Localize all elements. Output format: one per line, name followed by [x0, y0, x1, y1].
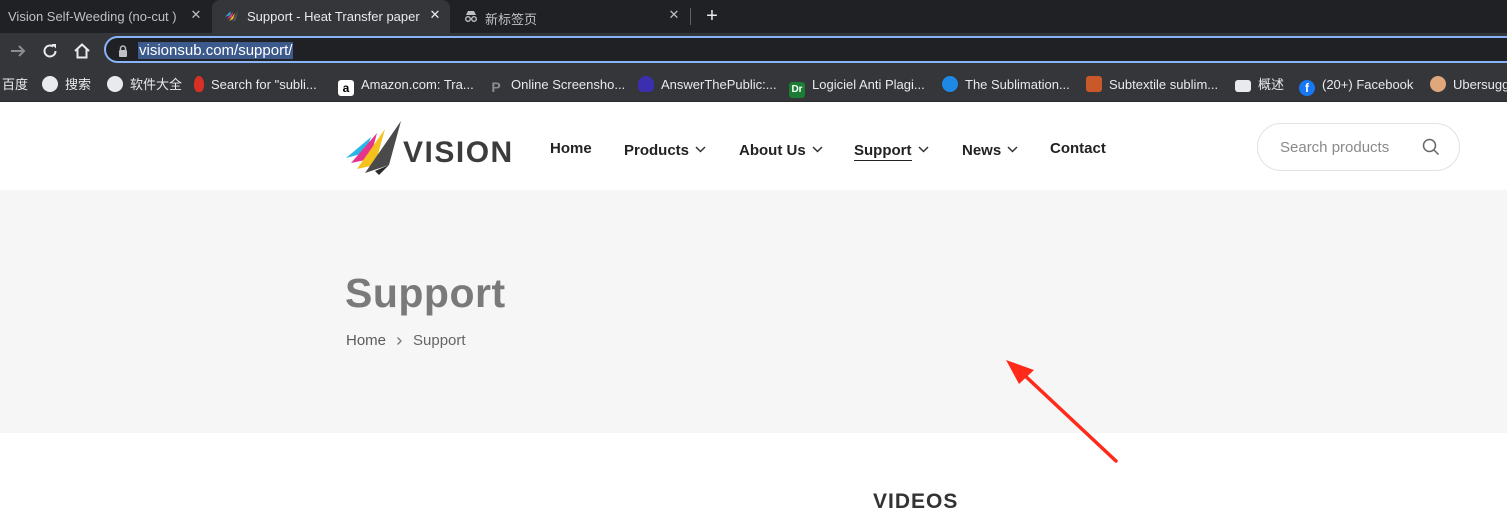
nav-home[interactable]: Home: [550, 140, 592, 157]
chevron-down-icon: [812, 140, 823, 157]
tab-title: Vision Self-Weeding (no-cut ): [8, 9, 177, 24]
bookmark-label: AnswerThePublic:...: [661, 77, 777, 92]
nav-about-us[interactable]: About Us: [739, 140, 823, 159]
bookmark-label: 概述: [1258, 77, 1285, 92]
chevron-right-icon: [396, 333, 403, 350]
chevron-down-icon: [917, 140, 929, 157]
address-bar[interactable]: visionsub.com/support/: [104, 36, 1507, 63]
nav-label: Contact: [1050, 140, 1106, 157]
nav-news[interactable]: News: [962, 140, 1018, 159]
chevron-down-icon: [695, 140, 706, 157]
tab-divider: [690, 8, 691, 25]
store-icon: [1235, 80, 1251, 92]
nav-label: Home: [550, 140, 592, 157]
tab-close-icon[interactable]: ✕: [665, 6, 683, 24]
nav-label: Support: [854, 142, 912, 161]
bookmark-label: 百度: [2, 77, 29, 92]
vision-logo-wordmark: VISION: [403, 136, 514, 169]
hand-icon: [638, 76, 654, 92]
vision-logo[interactable]: VISION: [345, 119, 530, 175]
vision-logo-mark-icon: [346, 121, 401, 175]
bookmark-label: The Sublimation...: [965, 77, 1070, 92]
videos-section-title: VIDEOS: [873, 490, 959, 513]
bookmark-label: Logiciel Anti Plagi...: [812, 77, 925, 92]
flame-icon: [194, 76, 204, 92]
nav-label: Products: [624, 142, 690, 159]
nav-label: About Us: [739, 142, 806, 159]
bookmark-ubersuggest[interactable]: Ubersugg: [1430, 76, 1507, 93]
amazon-icon: a: [338, 80, 354, 96]
tab-title: Support - Heat Transfer paper: [247, 9, 420, 24]
bookmark-baidu[interactable]: 百度: [2, 76, 28, 93]
vision-favicon-icon: [223, 8, 239, 27]
bookmark-answerthepublic[interactable]: AnswerThePublic:...: [638, 76, 777, 93]
breadcrumb-home-link[interactable]: Home: [346, 332, 386, 349]
incognito-icon: [463, 8, 479, 27]
home-icon[interactable]: [71, 40, 93, 62]
bookmark-amazon[interactable]: a Amazon.com: Tra...: [338, 76, 474, 96]
url-text[interactable]: visionsub.com/support/: [138, 42, 294, 59]
bookmark-software[interactable]: 软件大全: [107, 76, 182, 93]
bookmark-facebook[interactable]: f (20+) Facebook: [1299, 76, 1414, 96]
chevron-down-icon: [1007, 140, 1018, 157]
face-icon: [1430, 76, 1446, 92]
tab-new-tab[interactable]: 新标签页 ✕: [452, 0, 688, 33]
nav-label: News: [962, 142, 1002, 159]
facebook-icon: f: [1299, 80, 1315, 96]
search-input[interactable]: [1280, 137, 1398, 157]
bookmark-label: (20+) Facebook: [1322, 77, 1414, 92]
dr-icon: Dr: [789, 82, 805, 98]
forward-icon[interactable]: [7, 40, 29, 62]
p-icon: P: [491, 79, 501, 95]
bookmark-search[interactable]: 搜索: [42, 76, 91, 93]
breadcrumb-current: Support: [413, 332, 466, 349]
bookmark-label: Online Screensho...: [511, 77, 626, 92]
browser-toolbar: visionsub.com/support/: [0, 33, 1507, 68]
search-icon[interactable]: [1422, 138, 1440, 161]
blue-circle-icon: [942, 76, 958, 92]
bookmark-screenshot[interactable]: P Online Screensho...: [488, 76, 626, 95]
tab-title: 新标签页: [485, 12, 538, 27]
tab-close-icon[interactable]: ✕: [426, 6, 444, 24]
bookmark-label: Ubersugg: [1453, 77, 1507, 92]
bookmark-search-subli[interactable]: Search for "subli...: [194, 76, 317, 93]
bookmark-label: Subtextile sublim...: [1109, 77, 1219, 92]
site-header: VISION Home Products About Us Support Ne…: [0, 102, 1507, 190]
breadcrumb: Home Support: [346, 332, 466, 350]
nav-products[interactable]: Products: [624, 140, 706, 159]
reload-icon[interactable]: [39, 40, 61, 62]
browser-tab-strip: Vision Self-Weeding (no-cut ) ✕ Support …: [0, 0, 1507, 33]
bookmark-sublimation[interactable]: The Sublimation...: [942, 76, 1070, 93]
product-search: [1257, 123, 1460, 171]
bookmark-plagiarism[interactable]: Dr Logiciel Anti Plagi...: [789, 76, 925, 98]
globe-icon: [107, 76, 123, 92]
bookmarks-bar: 百度 搜索 软件大全 Search for "subli... a Amazon.…: [0, 68, 1507, 102]
lock-icon: [118, 44, 128, 62]
tab-close-icon[interactable]: ✕: [187, 6, 205, 24]
bookmark-label: 软件大全: [130, 77, 183, 92]
bookmark-label: Search for "subli...: [211, 77, 317, 92]
bookmark-overview[interactable]: 概述: [1235, 76, 1284, 93]
tab-vision-self-weeding[interactable]: Vision Self-Weeding (no-cut ) ✕: [0, 0, 210, 33]
bookmark-label: Amazon.com: Tra...: [361, 77, 474, 92]
page-title: Support: [345, 270, 506, 316]
s-icon: [1086, 76, 1102, 92]
page-hero: Support Home Support: [0, 190, 1507, 433]
new-tab-button[interactable]: +: [702, 5, 722, 27]
nav-contact[interactable]: Contact: [1050, 140, 1106, 157]
bookmark-label: 搜索: [65, 77, 92, 92]
nav-support[interactable]: Support: [854, 140, 929, 161]
globe-icon: [42, 76, 58, 92]
tab-support[interactable]: Support - Heat Transfer paper ✕: [212, 0, 450, 33]
bookmark-subtextile[interactable]: Subtextile sublim...: [1086, 76, 1218, 93]
